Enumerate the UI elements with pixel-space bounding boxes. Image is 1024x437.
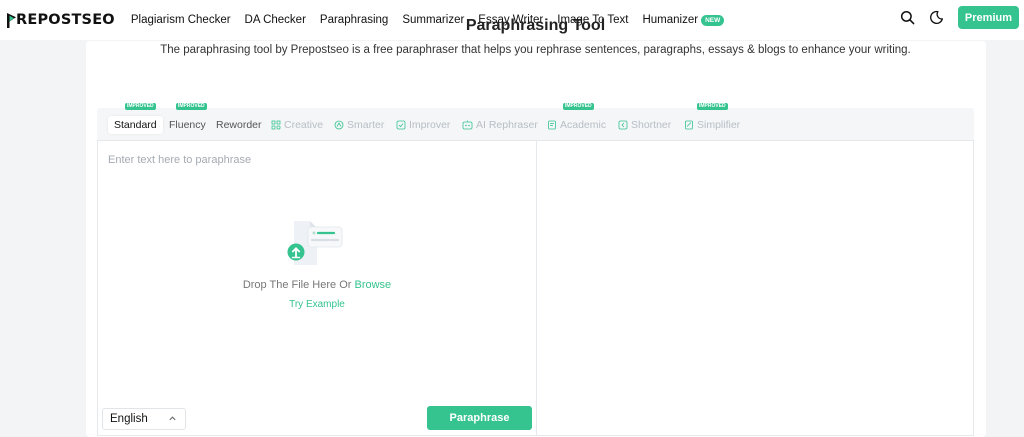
mode-label: Reworder [216, 119, 262, 131]
mode-label: Academic [560, 119, 607, 131]
mode-reworder[interactable]: Reworder [216, 116, 262, 134]
mode-label: Smarter [347, 119, 385, 131]
mode-academic[interactable]: IMPROVED Academic [547, 103, 607, 134]
improved-badge: IMPROVED [125, 103, 156, 110]
mode-improver[interactable]: Improver [396, 116, 450, 134]
mode-label: Standard [114, 119, 157, 131]
editor-panels: Enter text here to paraphrase Drop The F… [97, 140, 974, 436]
improved-badge: IMPROVED [697, 103, 728, 110]
language-value: English [110, 413, 148, 425]
mode-simplifier[interactable]: IMPROVED Simplifier [684, 103, 741, 134]
mode-label: Creative [284, 119, 324, 131]
mode-standard[interactable]: IMPROVED Standard [108, 103, 163, 134]
mode-fluency[interactable]: IMPROVED Fluency [169, 103, 207, 134]
ai-rephraser-icon [462, 120, 473, 130]
language-select[interactable]: English [102, 408, 186, 430]
drop-text-label: Drop The File Here Or [242, 279, 355, 291]
page-subtitle: The paraphrasing tool by Prepostseo is a… [160, 44, 911, 56]
mode-creative[interactable]: Creative [271, 116, 323, 134]
chevron-up-icon [169, 416, 176, 421]
academic-icon [547, 120, 557, 130]
browse-link[interactable]: Browse [354, 279, 391, 291]
improved-badge: IMPROVED [563, 103, 594, 110]
creative-icon [271, 120, 281, 130]
upload-illustration[interactable] [284, 219, 348, 274]
try-example-link[interactable]: Try Example [98, 299, 536, 310]
shortner-icon [618, 120, 628, 130]
simplifier-icon [684, 120, 694, 130]
mode-label: Shortner [631, 119, 672, 131]
mode-label: Fluency [169, 119, 206, 131]
improved-badge: IMPROVED [176, 103, 207, 110]
smarter-icon [334, 120, 344, 130]
drop-file-text: Drop The File Here Or Browse [98, 279, 536, 291]
output-panel[interactable] [537, 141, 973, 435]
paraphrase-button[interactable]: Paraphrase [427, 406, 532, 430]
mode-label: Improver [409, 119, 451, 131]
mode-smarter[interactable]: Smarter [334, 116, 384, 134]
improver-icon [396, 120, 406, 130]
mode-label: AI Rephraser [476, 119, 538, 131]
input-textarea[interactable]: Enter text here to paraphrase [108, 154, 251, 166]
mode-label: Simplifier [697, 119, 741, 131]
page-title: Paraphrasing Tool [465, 17, 606, 34]
mode-shortner[interactable]: Shortner [618, 116, 671, 134]
mode-ai-rephraser[interactable]: AI Rephraser [462, 116, 538, 134]
mode-tabs: IMPROVED Standard IMPROVED Fluency Rewor… [97, 103, 974, 140]
file-upload-icon [287, 221, 343, 265]
